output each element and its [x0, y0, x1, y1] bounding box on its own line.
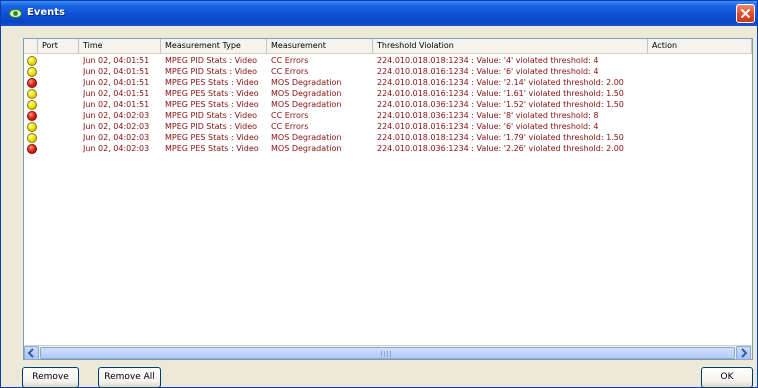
table-row[interactable]: Jun 02, 04:01:51 MPEG PID Stats : Video CC… [24, 66, 752, 77]
cell-violation: 224.010.018.016:1234 : Value: '6' violat… [377, 122, 599, 131]
table-row[interactable]: Jun 02, 04:02:03 MPEG PES Stats : Video MO… [24, 132, 752, 143]
cell-violation: 224.010.018.036:1234 : Value: '8' violat… [377, 111, 599, 120]
cell-measurement: MOS Degradation [271, 78, 342, 87]
cell-time: Jun 02, 04:02:03 [83, 133, 150, 142]
cell-measurement: CC Errors [271, 111, 309, 120]
status-dot-icon [27, 122, 37, 132]
status-dot-icon [27, 100, 37, 110]
cell-type: MPEG PES Stats : Video [165, 78, 259, 87]
cell-type: MPEG PES Stats : Video [165, 100, 259, 109]
horizontal-scrollbar[interactable] [24, 345, 752, 360]
title-bar[interactable]: Events [1, 1, 757, 26]
cell-measurement: MOS Degradation [271, 89, 342, 98]
cell-type: MPEG PID Stats : Video [165, 67, 258, 76]
cell-type: MPEG PID Stats : Video [165, 111, 258, 120]
cell-time: Jun 02, 04:01:51 [83, 100, 150, 109]
table-row[interactable]: Jun 02, 04:02:03 MPEG PID Stats : Video CC… [24, 121, 752, 132]
cell-type: MPEG PES Stats : Video [165, 144, 259, 153]
column-header-time[interactable]: Time [79, 39, 161, 53]
cell-time: Jun 02, 04:02:03 [83, 122, 150, 131]
cell-type: MPEG PES Stats : Video [165, 89, 259, 98]
cell-type: MPEG PES Stats : Video [165, 133, 259, 142]
cell-measurement: MOS Degradation [271, 144, 342, 153]
scroll-right-button[interactable] [736, 346, 751, 360]
cell-violation: 224.010.018.016:1234 : Value: '1.61' vio… [377, 89, 624, 98]
cell-time: Jun 02, 04:02:03 [83, 111, 150, 120]
column-header-measurement[interactable]: Measurement [267, 39, 373, 53]
cell-time: Jun 02, 04:02:03 [83, 144, 150, 153]
events-list[interactable]: Port Time Measurement Type Measurement T… [23, 38, 753, 360]
arrow-left-icon [27, 348, 34, 358]
remove-all-button[interactable]: Remove All [98, 367, 161, 388]
table-row[interactable]: Jun 02, 04:01:51 MPEG PES Stats : Video MO… [24, 88, 752, 99]
scroll-left-button[interactable] [24, 346, 39, 360]
table-row[interactable]: Jun 02, 04:01:51 MPEG PES Stats : Video MO… [24, 77, 752, 88]
eye-icon [9, 9, 22, 18]
cell-measurement: MOS Degradation [271, 133, 342, 142]
list-header: Port Time Measurement Type Measurement T… [24, 39, 752, 54]
cell-violation: 224.010.018.036:1234 : Value: '2.26' vio… [377, 144, 624, 153]
status-dot-icon [27, 111, 37, 121]
cell-time: Jun 02, 04:01:51 [83, 89, 150, 98]
cell-violation: 224.010.018.018:1234 : Value: '4' violat… [377, 56, 599, 65]
window-title: Events [27, 7, 65, 18]
cell-violation: 224.010.018.018:1234 : Value: '1.79' vio… [377, 133, 624, 142]
cell-measurement: CC Errors [271, 56, 309, 65]
close-button[interactable] [736, 4, 755, 23]
column-header-measurement-type[interactable]: Measurement Type [161, 39, 267, 53]
cell-violation: 224.010.018.016:1234 : Value: '6' violat… [377, 67, 599, 76]
table-row[interactable]: Jun 02, 04:01:51 MPEG PES Stats : Video MO… [24, 99, 752, 110]
cell-time: Jun 02, 04:01:51 [83, 67, 150, 76]
scroll-grip [381, 351, 391, 357]
status-dot-icon [27, 78, 37, 88]
column-header-status[interactable] [24, 39, 38, 53]
status-dot-icon [27, 144, 37, 154]
cell-measurement: MOS Degradation [271, 100, 342, 109]
cell-type: MPEG PID Stats : Video [165, 122, 258, 131]
status-dot-icon [27, 67, 37, 77]
column-header-action[interactable]: Action [648, 39, 752, 53]
column-header-threshold-violation[interactable]: Threshold Violation [373, 39, 648, 53]
cell-violation: 224.010.018.016:1234 : Value: '2.14' vio… [377, 78, 624, 87]
cell-type: MPEG PID Stats : Video [165, 56, 258, 65]
table-row[interactable]: Jun 02, 04:02:03 MPEG PES Stats : Video MO… [24, 143, 752, 154]
column-header-port[interactable]: Port [38, 39, 79, 53]
events-window: Events Port Time Measurement Type Measur… [0, 0, 758, 388]
cell-time: Jun 02, 04:01:51 [83, 56, 150, 65]
table-row[interactable]: Jun 02, 04:01:51 MPEG PID Stats : Video CC… [24, 55, 752, 66]
table-row[interactable]: Jun 02, 04:02:03 MPEG PID Stats : Video CC… [24, 110, 752, 121]
cell-time: Jun 02, 04:01:51 [83, 78, 150, 87]
ok-button[interactable]: OK [701, 367, 753, 388]
cell-violation: 224.010.018.036:1234 : Value: '1.52' vio… [377, 100, 624, 109]
status-dot-icon [27, 133, 37, 143]
cell-measurement: CC Errors [271, 122, 309, 131]
status-dot-icon [27, 56, 37, 66]
cell-measurement: CC Errors [271, 67, 309, 76]
remove-button[interactable]: Remove [22, 367, 79, 388]
status-dot-icon [27, 89, 37, 99]
events-rows: Jun 02, 04:01:51 MPEG PID Stats : Video CC… [24, 55, 752, 154]
arrow-right-icon [741, 348, 748, 358]
close-icon [740, 8, 751, 19]
scroll-thumb[interactable] [40, 347, 735, 359]
